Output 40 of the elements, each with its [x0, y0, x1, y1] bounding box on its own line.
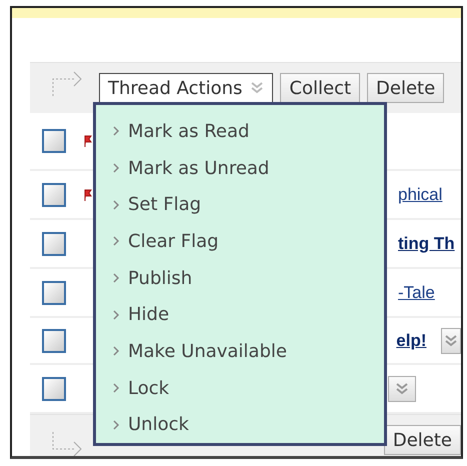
- caret-icon: [113, 163, 120, 173]
- thread-link[interactable]: -Tale: [398, 282, 435, 302]
- menu-item[interactable]: Clear Flag: [96, 223, 384, 260]
- caret-icon: [113, 310, 120, 320]
- row-menu-button[interactable]: [440, 328, 461, 354]
- row-checkbox[interactable]: [42, 280, 66, 304]
- menu-item[interactable]: Unlock: [96, 406, 384, 444]
- row-checkbox[interactable]: [42, 328, 66, 352]
- thread-link[interactable]: elp!: [396, 330, 426, 350]
- select-all-checkbox[interactable]: [42, 129, 66, 153]
- row-checkbox[interactable]: [42, 182, 66, 206]
- flag-icon: [84, 135, 92, 147]
- row-menu-button[interactable]: [388, 376, 416, 402]
- row-checkbox[interactable]: [42, 232, 66, 256]
- caret-icon: [113, 383, 120, 394]
- caret-icon: [113, 420, 120, 430]
- menu-item[interactable]: Mark as Unread: [96, 150, 384, 186]
- caret-icon: [113, 273, 120, 284]
- thread-link[interactable]: phical: [398, 184, 442, 204]
- chevron-down-icon: [444, 334, 458, 348]
- menu-item[interactable]: Make Unavailable: [96, 333, 384, 370]
- caret-icon: [113, 346, 120, 356]
- corner-arrow-icon: [50, 432, 84, 456]
- flag-icon: [84, 188, 92, 200]
- thread-actions-button[interactable]: Thread Actions: [99, 73, 274, 103]
- menu-item[interactable]: Mark as Read: [96, 113, 384, 150]
- caret-icon: [113, 126, 120, 136]
- row-checkbox[interactable]: [42, 376, 66, 400]
- menu-item[interactable]: Hide: [96, 296, 384, 334]
- menu-item[interactable]: Publish: [96, 260, 384, 296]
- toolbar-button[interactable]: Collect: [280, 73, 360, 103]
- chevron-down-icon: [395, 382, 409, 396]
- menu-item[interactable]: Set Flag: [96, 186, 384, 224]
- menu-item[interactable]: Lock: [96, 370, 384, 406]
- thread-link[interactable]: ting Th: [398, 234, 455, 254]
- toolbar-button[interactable]: Delete: [367, 73, 444, 103]
- caret-icon: [113, 200, 120, 210]
- chevron-down-icon: [250, 81, 264, 95]
- toolbar-button[interactable]: Delete: [384, 425, 461, 455]
- caret-icon: [113, 236, 120, 246]
